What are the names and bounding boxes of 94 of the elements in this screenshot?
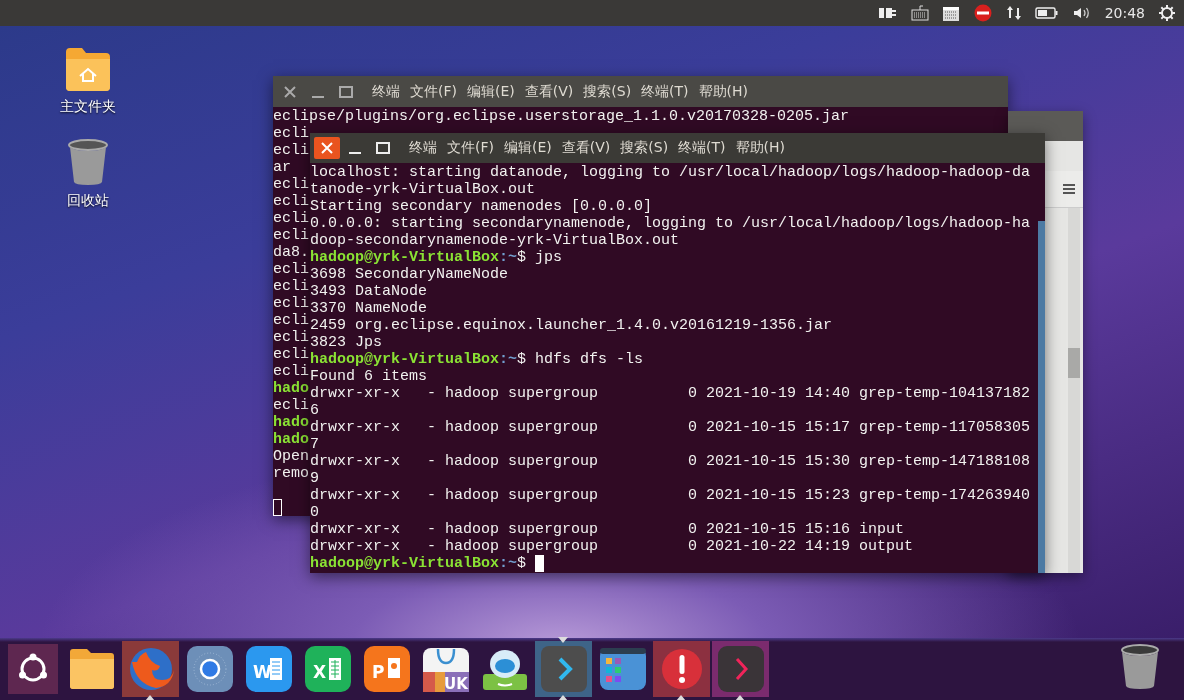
command-text: $ hdfs dfs -ls [517, 351, 644, 368]
terminal-line: ecli [273, 363, 309, 380]
settings-icon[interactable] [1158, 4, 1176, 22]
menu-item[interactable]: 查看(V) [561, 139, 611, 157]
prompt-user-host: hado [273, 380, 309, 397]
scrollbar[interactable] [1038, 221, 1045, 573]
keyboard-icon[interactable] [910, 4, 929, 22]
data-transfer-icon[interactable] [1005, 4, 1022, 22]
close-icon [283, 84, 297, 99]
command-text: $ jps [517, 249, 563, 266]
menu-item[interactable]: 文件(F) [447, 139, 494, 157]
desktop-icon-label[interactable]: 回收站 [67, 192, 109, 210]
trash-icon[interactable] [1120, 644, 1160, 690]
app-letter: W [252, 662, 272, 682]
menu-item[interactable]: 编辑(E) [467, 82, 515, 101]
terminal-line: drwxr-xr-x - hadoop supergroup 0 2021-10-22 14:19 output [310, 538, 914, 555]
prompt-path: :~ [499, 249, 518, 266]
desktop-icon-label[interactable]: 主文件夹 [60, 98, 116, 116]
terminal-line: doop-secondarynamenode-yrk-VirtualBox.out [310, 232, 680, 249]
terminal-line: 3698 SecondaryNameNode [310, 266, 509, 283]
menu-item[interactable]: 帮助(H) [735, 139, 786, 157]
calendar-icon[interactable] [941, 4, 960, 22]
menu-item[interactable]: 文件(F) [410, 82, 457, 101]
terminal-line: drwxr-xr-x - hadoop supergroup 0 2021-10-15 15:17 grep-temp-117058305 [310, 419, 1031, 436]
menu-item[interactable]: 帮助(H) [698, 82, 749, 101]
terminal-line: remo [273, 465, 309, 482]
terminal-line: ecli [273, 227, 309, 244]
terminal-line: 2459 org.eclipse.equinox.launcher_1.4.0.v20161219-1356.jar [310, 317, 833, 334]
terminal-line: 3823 Jps [310, 334, 382, 351]
prompt-user-host: hadoop@yrk-VirtualBox [310, 249, 500, 266]
terminal-line: 0 [310, 504, 319, 521]
terminal-line: ecli [273, 278, 309, 295]
maximize-icon [339, 84, 353, 99]
menu-item[interactable]: 搜索(S) [620, 139, 669, 157]
prompt-user-host: hadoop@yrk-VirtualBox [310, 351, 500, 368]
terminal-line: drwxr-xr-x - hadoop supergroup 0 2021-10-19 14:40 grep-temp-104137182 [310, 385, 1031, 402]
menu-icon[interactable] [1063, 183, 1075, 195]
terminal-line: ar [273, 159, 291, 176]
terminal-line: ecli [273, 397, 309, 414]
app-letter: P [371, 662, 384, 682]
close-button[interactable] [314, 137, 340, 159]
menu-item[interactable]: 终端(T) [641, 82, 689, 101]
terminal-line: ecli [273, 261, 309, 278]
terminal-line: 0.0.0.0: starting secondarynamenode, logging to /usr/local/hadoop/logs/hadoop-ha [310, 215, 1031, 232]
terminal-line: ecli [273, 125, 309, 142]
terminal-line: 6 [310, 402, 319, 419]
clock-time[interactable]: 20:48 [1104, 5, 1145, 21]
prompt-path: :~ [499, 555, 518, 572]
terminal-line: drwxr-xr-x - hadoop supergroup 0 2021-10-15 15:16 input [310, 521, 905, 538]
prompt-user-host: hadoop@yrk-VirtualBox [310, 555, 500, 572]
terminal-line: ecli [273, 142, 309, 159]
app-letter: X [312, 662, 326, 682]
prompt-user-host: hado [273, 414, 309, 431]
menu-item[interactable]: 终端 [409, 139, 437, 157]
terminal-line: ecli [273, 176, 309, 193]
command-text: $ [517, 555, 527, 572]
menu-item[interactable]: 编辑(E) [504, 139, 552, 157]
terminal-line: ecli [273, 210, 309, 227]
terminal-line: 7 [310, 436, 319, 453]
battery-icon[interactable] [1034, 4, 1059, 22]
terminal-line: Found 6 items [310, 368, 428, 385]
prompt-path: :~ [499, 351, 518, 368]
terminal-line: da8. [273, 244, 309, 261]
no-entry-icon[interactable] [972, 4, 993, 22]
minimize-icon [312, 95, 324, 98]
terminal-line: Open [273, 448, 309, 465]
terminal-line: drwxr-xr-x - hadoop supergroup 0 2021-10-15 15:23 grep-temp-174263940 [310, 487, 1031, 504]
terminal-line: ecli [273, 193, 309, 210]
terminal-line: 3493 DataNode [310, 283, 428, 300]
minimize-icon [349, 152, 361, 154]
prompt-user-host: hado [273, 431, 309, 448]
menu-item[interactable]: 搜索(S) [583, 82, 632, 101]
terminal-line: ecli [273, 329, 309, 346]
app-letter: UK [443, 675, 468, 693]
terminal-line: drwxr-xr-x - hadoop supergroup 0 2021-10-15 15:30 grep-temp-147188108 [310, 453, 1031, 470]
menu-item[interactable]: 查看(V) [524, 82, 574, 101]
trash-icon [67, 138, 109, 186]
terminal-line: ecli [273, 312, 309, 329]
terminal-line: Starting secondary namenodes [0.0.0.0] [310, 198, 653, 215]
menu-item[interactable]: 终端 [372, 82, 400, 101]
home-folder-icon [63, 46, 113, 92]
terminal-line: 9 [310, 470, 319, 487]
shopping-bag-icon[interactable] [422, 648, 469, 692]
close-icon [320, 141, 334, 155]
launcher-item[interactable]: UK [417, 641, 474, 697]
maximize-icon [376, 141, 390, 155]
terminal-line: ecli [273, 295, 309, 312]
scrollbar-thumb[interactable] [1068, 348, 1080, 378]
terminal-line: tanode-yrk-VirtualBox.out [310, 181, 536, 198]
terminal-line: 3370 NameNode [310, 300, 428, 317]
menu-item[interactable]: 终端(T) [678, 139, 726, 157]
terminal-line: ecli [273, 346, 309, 363]
terminal-line: localhost: starting datanode, logging to /usr/local/hadoop/logs/hadoop-hadoop-da [310, 164, 1031, 181]
terminal-line: eclipse/plugins/org.eclipse.userstorage_1.1.0.v20170328-0205.jar [273, 108, 850, 125]
